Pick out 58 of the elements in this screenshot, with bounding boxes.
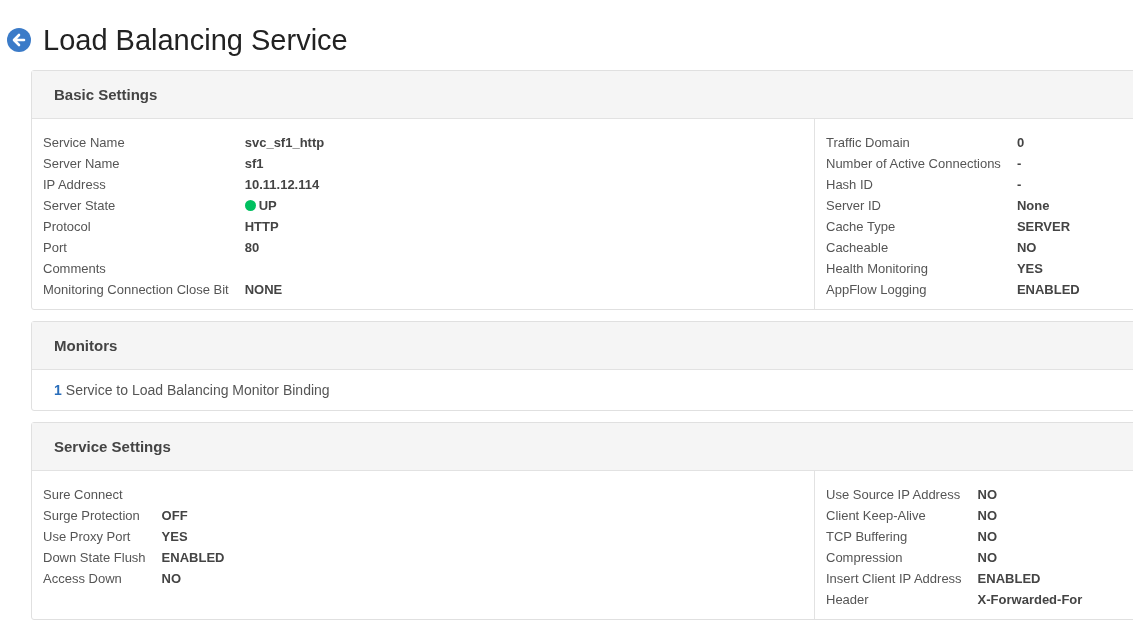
field-value: NONE bbox=[244, 281, 283, 299]
field-label: Client Keep-Alive bbox=[826, 507, 927, 525]
field-label: Port bbox=[43, 239, 68, 257]
field-value: svc_sf1_http bbox=[244, 134, 325, 152]
field-value: X-Forwarded-For bbox=[977, 591, 1083, 609]
field-label: Compression bbox=[826, 549, 904, 567]
field-value: 0 bbox=[1016, 134, 1025, 152]
binding-text: Service to Load Balancing Monitor Binding bbox=[65, 382, 330, 398]
field-value: SERVER bbox=[1016, 218, 1071, 236]
field-label: Cache Type bbox=[826, 218, 897, 236]
field-label: Use Proxy Port bbox=[43, 528, 132, 546]
field-label: Cacheable bbox=[826, 239, 890, 257]
field-value: UP bbox=[258, 197, 277, 215]
field-label: Header bbox=[826, 591, 870, 609]
field-value: - bbox=[1016, 155, 1022, 173]
field-value: HTTP bbox=[244, 218, 279, 236]
field-value: YES bbox=[161, 528, 188, 546]
field-label: Monitoring Connection Close Bit bbox=[43, 281, 229, 299]
field-value: 10.11.12.114 bbox=[244, 176, 320, 194]
field-label: Service Name bbox=[43, 134, 126, 152]
field-label: Sure Connect bbox=[43, 486, 124, 504]
field-label: Surge Protection bbox=[43, 507, 141, 525]
field-value: ENABLED bbox=[1016, 281, 1080, 299]
field-label: Traffic Domain bbox=[826, 134, 911, 152]
field-label: AppFlow Logging bbox=[826, 281, 928, 299]
field-value: 80 bbox=[244, 239, 260, 257]
field-value: NO bbox=[161, 570, 182, 588]
field-value: None bbox=[1016, 197, 1050, 215]
field-label: Hash ID bbox=[826, 176, 874, 194]
field-label: Server State bbox=[43, 197, 117, 215]
field-value: - bbox=[1016, 176, 1022, 194]
field-label: Down State Flush bbox=[43, 549, 146, 567]
field-value: NO bbox=[977, 486, 998, 504]
field-label: Use Source IP Address bbox=[826, 486, 962, 504]
field-label: Insert Client IP Address bbox=[826, 570, 962, 588]
field-value: OFF bbox=[161, 507, 188, 525]
binding-count-link[interactable]: 1 bbox=[54, 382, 62, 398]
field-value: YES bbox=[1016, 260, 1043, 278]
field-value: ENABLED bbox=[161, 549, 225, 567]
field-value: sf1 bbox=[244, 155, 264, 173]
field-label: Number of Active Connections bbox=[826, 155, 1001, 173]
field-label: Comments bbox=[43, 260, 107, 278]
section-title: Basic Settings bbox=[54, 86, 158, 103]
field-value: NO bbox=[977, 507, 998, 525]
field-label: Server ID bbox=[826, 197, 882, 215]
field-label: TCP Buffering bbox=[826, 528, 909, 546]
page-title: Load Balancing Service bbox=[43, 23, 348, 58]
section-title: Service Settings bbox=[54, 438, 171, 455]
field-label: Protocol bbox=[43, 218, 92, 236]
field-value: NO bbox=[977, 528, 998, 546]
section-title: Monitors bbox=[54, 337, 118, 354]
field-label: Server Name bbox=[43, 155, 121, 173]
field-value: NO bbox=[1016, 239, 1037, 257]
field-value: ENABLED bbox=[977, 570, 1041, 588]
field-value: NO bbox=[977, 549, 998, 567]
field-label: IP Address bbox=[43, 176, 107, 194]
field-label: Access Down bbox=[43, 570, 123, 588]
field-label: Health Monitoring bbox=[826, 260, 929, 278]
